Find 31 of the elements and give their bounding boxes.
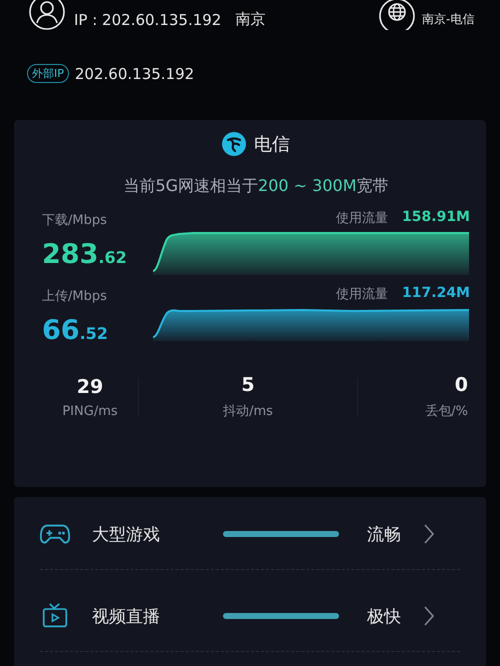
usage-value: 117.24M	[402, 285, 470, 303]
quality-rating: 流畅	[367, 524, 401, 546]
chevron-icon[interactable]	[424, 606, 434, 626]
globe-icon	[379, 0, 415, 30]
city-label: 南京	[235, 10, 266, 29]
user-icon	[29, 0, 65, 30]
carrier-logo-icon	[222, 132, 246, 156]
chevron-icon[interactable]	[424, 524, 434, 544]
stat-label: 丢包/%	[425, 403, 468, 420]
carrier-name: 电信	[254, 133, 290, 156]
stat-label: PING/ms	[62, 404, 118, 418]
stat-value: 5	[241, 374, 255, 396]
external-ip-address: 202.60.135.192	[74, 64, 194, 82]
speed-summary: 当前5G网速相当于200 ~ 300M宽带	[122, 176, 390, 197]
scenario-label: 视频直播	[92, 606, 161, 628]
network-label: 南京-电信	[422, 11, 474, 28]
scenario-label: 大型游戏	[92, 524, 161, 546]
stat-value: 29	[76, 376, 104, 398]
stat-label: 抖动/ms	[223, 403, 273, 420]
tv-icon	[40, 603, 70, 629]
usage-label: 使用流量	[336, 286, 388, 303]
ip-address: IP : 202.60.135.192	[74, 11, 222, 29]
usage-value: 158.91M	[402, 209, 470, 227]
speed-value: 66.52	[42, 315, 109, 346]
stat-value: 0	[454, 374, 468, 396]
speed-unit-label: 下载/Mbps	[42, 212, 108, 229]
speed-unit-label: 上传/Mbps	[42, 288, 108, 305]
usage-label: 使用流量	[336, 210, 388, 227]
speed-value: 283.62	[42, 239, 128, 270]
quality-rating: 极快	[367, 606, 401, 628]
external-ip-badge: 外部IP	[27, 64, 69, 83]
